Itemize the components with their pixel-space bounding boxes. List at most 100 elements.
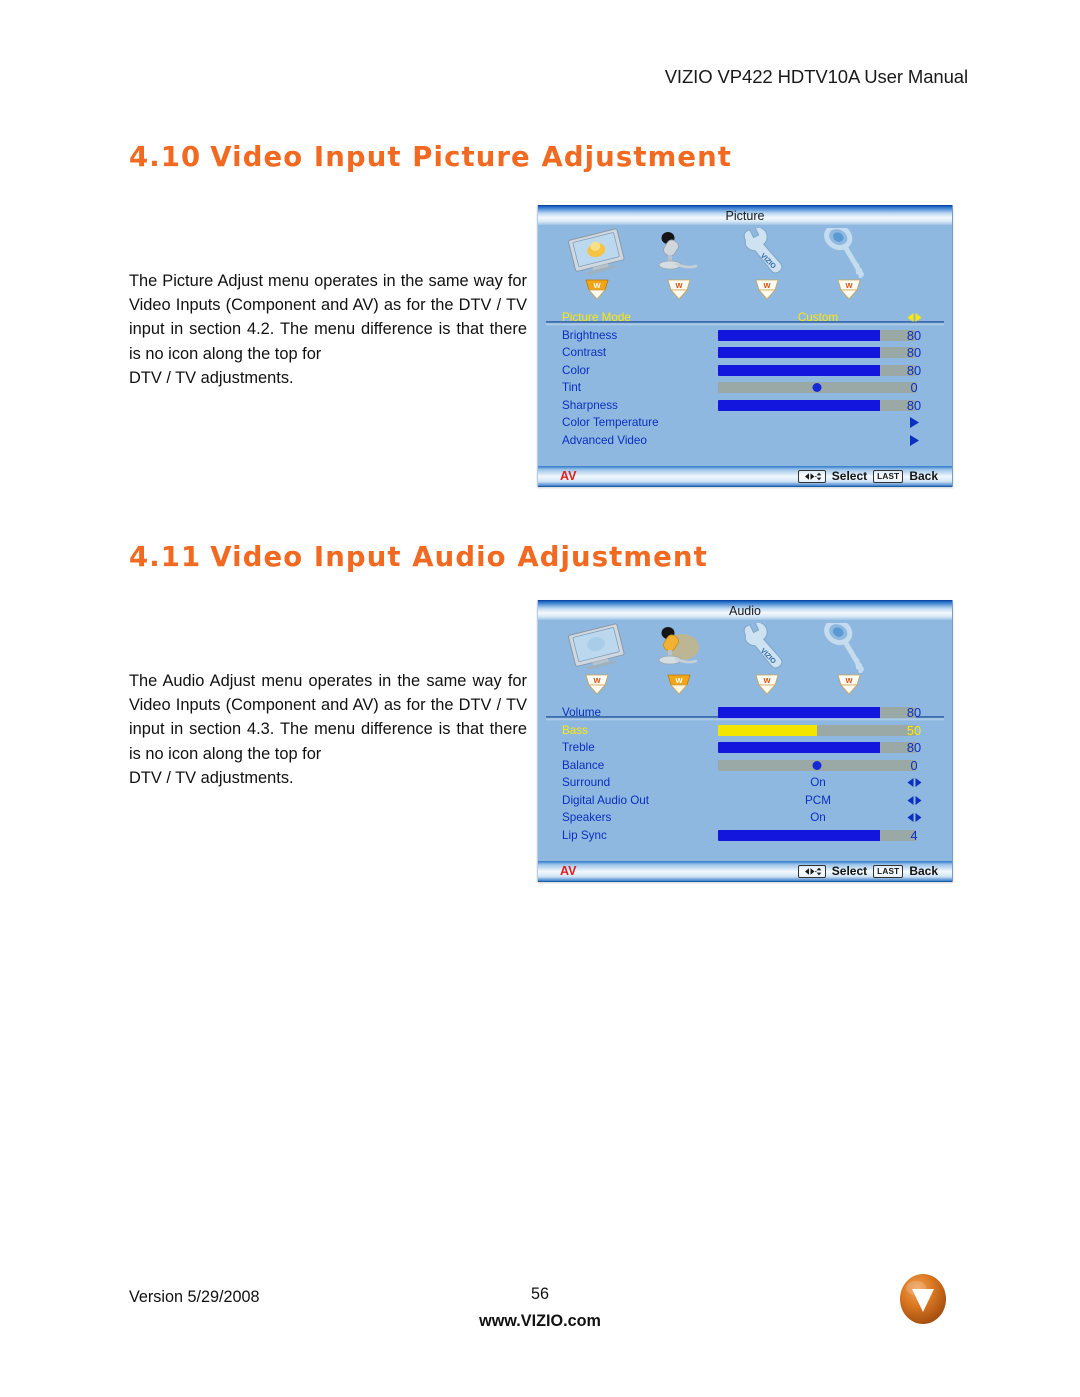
osd-slider[interactable] <box>718 707 916 718</box>
osd-row-balance[interactable]: Balance 0 <box>538 757 952 775</box>
osd-row-color[interactable]: Color 80 <box>538 362 952 380</box>
back-label: Back <box>909 469 938 483</box>
osd-tab-audio[interactable]: W <box>638 623 720 697</box>
osd-tab-parental[interactable]: W <box>808 623 890 697</box>
osd-row-label: Tint <box>562 381 582 394</box>
osd-row-value: 80 <box>906 705 922 720</box>
osd-row-sharpness[interactable]: Sharpness 80 <box>538 397 952 415</box>
osd-row-label: Advanced Video <box>562 433 647 447</box>
osd-row-color-temperature[interactable]: Color Temperature <box>538 414 952 432</box>
osd-slider[interactable] <box>718 364 916 376</box>
osd-row-digital-audio-out[interactable]: Digital Audio Out PCM <box>538 792 952 810</box>
paragraph-audio-adjust: The Audio Adjust menu operates in the sa… <box>129 669 527 790</box>
osd-row-tint[interactable]: Tint 0 <box>538 379 952 397</box>
svg-text:W: W <box>593 281 601 290</box>
osd-row-label: Treble <box>562 741 595 754</box>
osd-picture-rows: Picture Mode Custom Brightness 80 Contra… <box>538 309 952 449</box>
microphone-icon <box>658 627 699 665</box>
osd-slider[interactable] <box>718 829 916 841</box>
osd-audio-rows: Volume 80 Bass 50 Treble 80 Balance 0 Su… <box>538 704 952 844</box>
parental-tab-badge: W <box>837 674 861 695</box>
osd-tab-setup[interactable]: VIZIO W <box>726 228 808 302</box>
osd-audio-menu: Audio W W VIZIO W W Volume 80 Bass 50 Tr… <box>537 600 953 882</box>
osd-row-label: Bass <box>562 723 588 737</box>
paragraph-audio-body: The Audio Adjust menu operates in the sa… <box>129 672 527 763</box>
osd-row-label: Sharpness <box>562 398 618 412</box>
picture-icon <box>568 623 625 670</box>
left-right-arrow-icon[interactable] <box>894 809 934 827</box>
osd-tab-audio[interactable]: W <box>638 228 720 302</box>
section-heading-4-10: 4.10 Video Input Picture Adjustment <box>129 141 732 173</box>
last-key[interactable]: LAST <box>873 470 904 483</box>
last-key[interactable]: LAST <box>873 865 904 878</box>
osd-row-value: 4 <box>910 827 918 843</box>
section-heading-4-11: 4.11 Video Input Audio Adjustment <box>129 541 708 573</box>
osd-slider[interactable] <box>718 347 916 358</box>
paragraph-picture-body: The Picture Adjust menu operates in the … <box>129 272 527 363</box>
navigation-keys-icon <box>797 865 826 878</box>
svg-text:W: W <box>593 676 601 685</box>
navigation-keys-icon <box>797 470 826 483</box>
parental-tab-badge: W <box>837 279 861 300</box>
left-right-arrow-icon[interactable] <box>894 792 934 810</box>
chevron-right-icon[interactable] <box>894 414 934 432</box>
osd-audio-footer: AV Select LAST Back <box>538 861 952 882</box>
osd-slider-center[interactable] <box>718 759 916 771</box>
audio-tab-badge: W <box>667 674 691 695</box>
picture-tab-badge: W <box>585 674 609 695</box>
osd-tab-picture[interactable]: W <box>556 228 638 302</box>
svg-text:W: W <box>675 676 683 685</box>
osd-slider[interactable] <box>718 724 916 736</box>
input-source-label: AV <box>560 864 577 878</box>
picture-icon <box>568 228 625 275</box>
osd-row-value: 80 <box>906 362 922 378</box>
osd-row-label: Lip Sync <box>562 828 607 842</box>
osd-tab-picture[interactable]: W <box>556 623 638 697</box>
osd-row-label: Speakers <box>562 811 612 824</box>
wrench-icon: VIZIO <box>743 623 783 669</box>
osd-row-label: Brightness <box>562 328 618 342</box>
osd-row-surround[interactable]: Surround On <box>538 774 952 792</box>
osd-row-label: Balance <box>562 758 605 772</box>
osd-tab-parental[interactable]: W <box>808 228 890 302</box>
section-number: 4.10 <box>129 141 202 173</box>
svg-text:W: W <box>763 676 771 685</box>
osd-row-lip-sync[interactable]: Lip Sync 4 <box>538 827 952 845</box>
osd-slider[interactable] <box>718 399 916 411</box>
osd-row-value: 80 <box>906 327 922 343</box>
osd-tab-setup[interactable]: VIZIO W <box>726 623 808 697</box>
osd-row-value: Custom <box>797 311 839 324</box>
osd-slider[interactable] <box>718 742 916 753</box>
osd-row-value: PCM <box>805 793 831 807</box>
osd-row-speakers[interactable]: Speakers On <box>538 809 952 827</box>
osd-slider[interactable] <box>718 329 916 341</box>
osd-row-treble[interactable]: Treble 80 <box>538 739 952 757</box>
osd-picture-title: Picture <box>538 205 952 225</box>
osd-row-value: 0 <box>910 380 918 395</box>
select-label: Select <box>831 864 868 878</box>
left-right-arrow-icon[interactable] <box>894 309 934 327</box>
svg-text:W: W <box>763 281 771 290</box>
svg-text:W: W <box>845 676 853 685</box>
osd-row-label: Digital Audio Out <box>562 793 650 807</box>
osd-row-picture-mode[interactable]: Picture Mode Custom <box>538 309 952 327</box>
osd-row-label: Picture Mode <box>562 311 631 324</box>
left-right-arrow-icon[interactable] <box>894 774 934 792</box>
setup-tab-badge: W <box>755 279 779 300</box>
osd-row-contrast[interactable]: Contrast 80 <box>538 344 952 362</box>
osd-row-brightness[interactable]: Brightness 80 <box>538 327 952 345</box>
key-icon <box>824 228 864 278</box>
paragraph-picture-adjust: The Picture Adjust menu operates in the … <box>129 269 527 390</box>
osd-row-volume[interactable]: Volume 80 <box>538 704 952 722</box>
osd-row-value: 50 <box>906 722 922 738</box>
osd-audio-title: Audio <box>538 600 952 620</box>
osd-row-label: Color Temperature <box>562 416 659 429</box>
osd-row-value: 0 <box>910 757 918 773</box>
osd-slider-center[interactable] <box>718 382 916 393</box>
chevron-right-icon[interactable] <box>894 432 934 450</box>
back-label: Back <box>909 864 938 878</box>
section-title: Video Input Audio Adjustment <box>210 541 708 573</box>
osd-row-advanced-video[interactable]: Advanced Video <box>538 432 952 450</box>
osd-row-bass[interactable]: Bass 50 <box>538 722 952 740</box>
osd-row-label: Color <box>562 363 590 377</box>
